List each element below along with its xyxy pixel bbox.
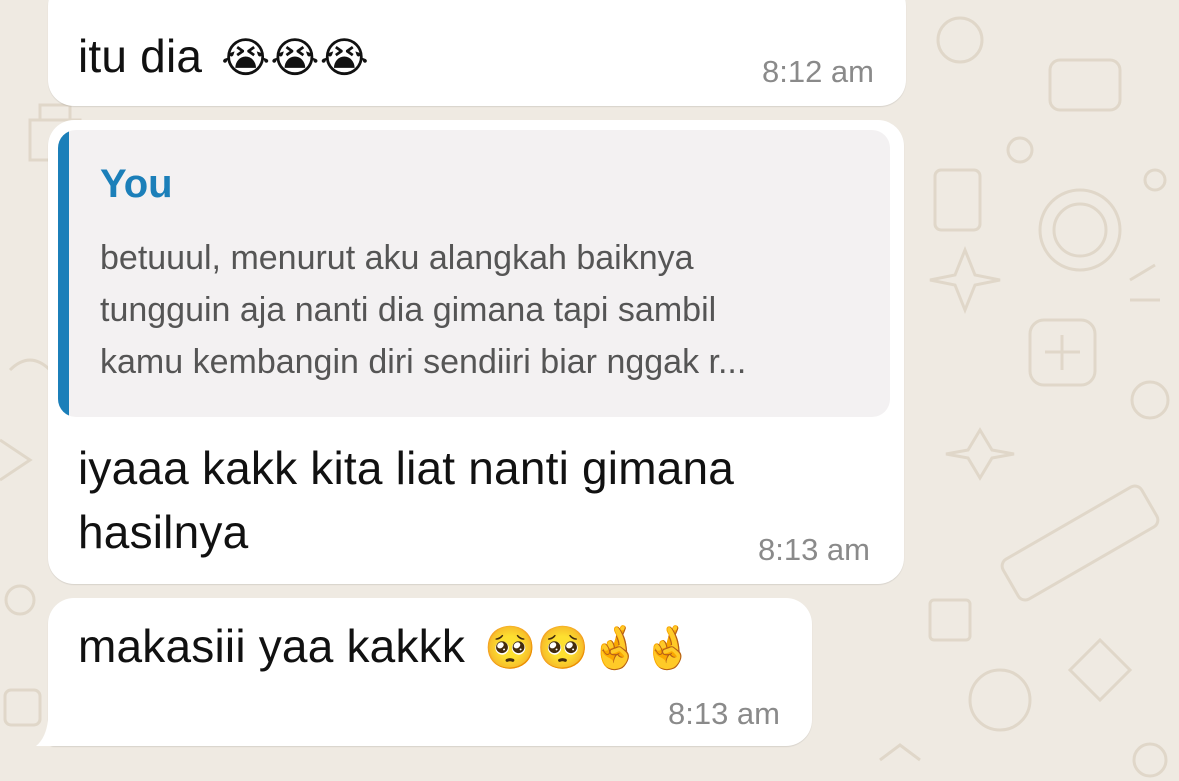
quote-author: You — [100, 162, 173, 206]
message-timestamp: 8:13 am — [757, 532, 870, 567]
quote-accent-bar — [58, 130, 69, 417]
message-bubble-3[interactable]: makasiii yaa kakkk 🥺🥺🤞🤞 8:13 am — [48, 598, 812, 746]
message-text: itu dia 😭😭😭 — [78, 24, 369, 90]
quote-line: kamu kembangin diri sendiiri biar nggak … — [100, 343, 747, 381]
quote-line: betuuul, menurut aku alangkah baiknya — [100, 239, 694, 277]
quoted-message[interactable]: You betuuul, menurut aku alangkah baikny… — [58, 130, 890, 417]
message-text-content: itu dia — [78, 30, 203, 82]
message-timestamp: 8:13 am — [667, 696, 780, 731]
message-line: hasilnya — [78, 506, 249, 558]
pleading-and-crossed-fingers-emoji-icon: 🥺🥺🤞🤞 — [484, 623, 695, 672]
bubble-tail-icon — [36, 720, 68, 746]
message-timestamp: 8:12 am — [761, 54, 874, 89]
quote-line: tungguin aja nanti dia gimana tapi sambi… — [100, 291, 717, 329]
message-line: iyaaa kakk kita liat nanti gimana — [78, 442, 735, 494]
crying-emoji-icon: 😭😭😭 — [221, 33, 369, 82]
quote-text: betuuul, menurut aku alangkah baiknya tu… — [100, 232, 880, 388]
message-bubble-2[interactable]: You betuuul, menurut aku alangkah baikny… — [48, 120, 904, 584]
message-text: iyaaa kakk kita liat nanti gimana hasiln… — [78, 436, 734, 564]
message-text-content: makasiii yaa kakkk — [78, 620, 466, 672]
message-bubble-1[interactable]: itu dia 😭😭😭 8:12 am — [48, 0, 906, 106]
message-text: makasiii yaa kakkk 🥺🥺🤞🤞 — [78, 614, 694, 680]
